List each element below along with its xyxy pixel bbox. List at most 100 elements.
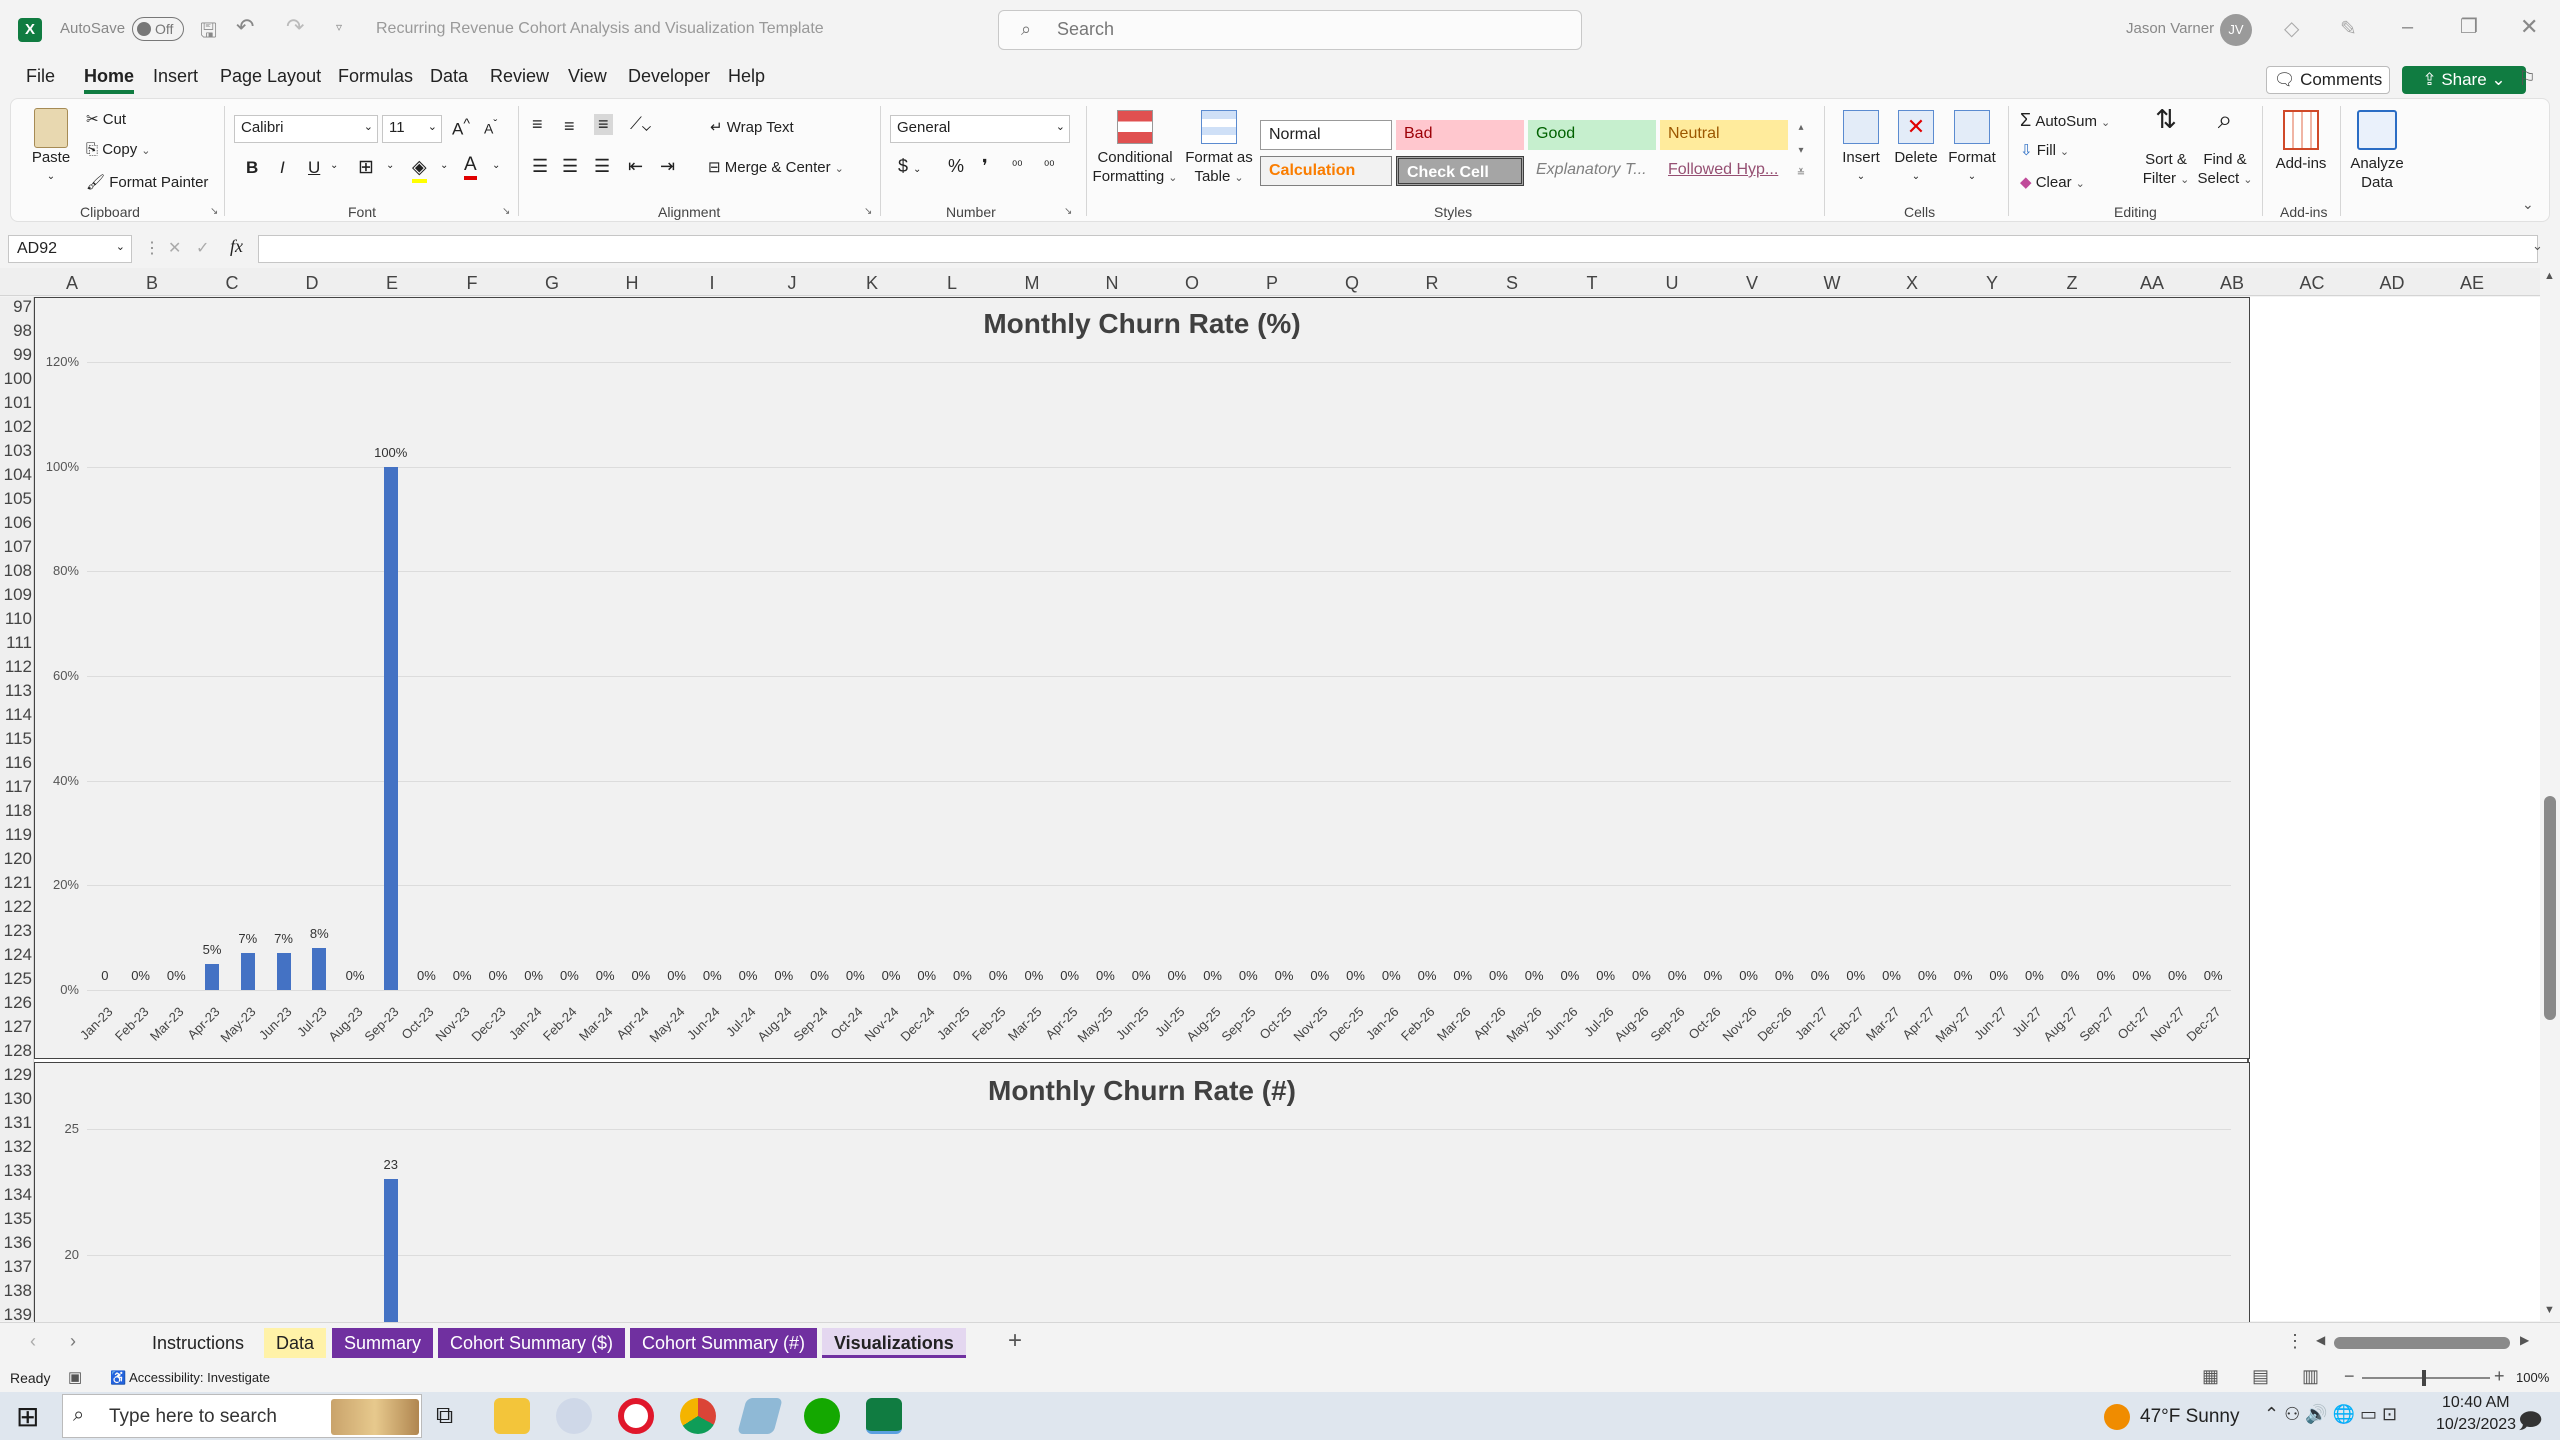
- search-box[interactable]: ⌕ Search: [998, 10, 1582, 50]
- horizontal-scroll-thumb[interactable]: [2334, 1337, 2510, 1349]
- row-header[interactable]: 104: [0, 465, 32, 485]
- more-icon[interactable]: ⋮: [144, 238, 160, 258]
- column-header[interactable]: Z: [2042, 273, 2102, 294]
- row-header[interactable]: 138: [0, 1281, 32, 1301]
- column-header[interactable]: AC: [2282, 273, 2342, 294]
- document-title[interactable]: Recurring Revenue Cohort Analysis and Vi…: [376, 20, 824, 38]
- column-header[interactable]: AE: [2442, 273, 2502, 294]
- row-header[interactable]: 108: [0, 561, 32, 581]
- clipboard-launcher-icon[interactable]: ↘: [210, 206, 218, 217]
- row-header[interactable]: 100: [0, 369, 32, 389]
- tab-visualizations[interactable]: Visualizations: [822, 1328, 966, 1358]
- clock-time[interactable]: 10:40 AM: [2442, 1394, 2510, 1412]
- style-normal[interactable]: Normal: [1260, 120, 1392, 150]
- page-break-view-icon[interactable]: ▥: [2302, 1366, 2319, 1387]
- column-header[interactable]: P: [1242, 273, 1302, 294]
- row-header[interactable]: 133: [0, 1161, 32, 1181]
- chrome-icon[interactable]: [680, 1398, 716, 1434]
- tab-options-icon[interactable]: ⋮: [2286, 1331, 2304, 1352]
- tab-instructions[interactable]: Instructions: [140, 1328, 257, 1358]
- zoom-level[interactable]: 100%: [2516, 1370, 2549, 1385]
- column-header[interactable]: T: [1562, 273, 1622, 294]
- style-good[interactable]: Good: [1528, 120, 1656, 150]
- tab-summary[interactable]: Summary: [332, 1328, 434, 1358]
- macro-icon[interactable]: ▣: [68, 1368, 82, 1386]
- row-header[interactable]: 117: [0, 777, 32, 797]
- zoom-slider[interactable]: [2362, 1370, 2490, 1386]
- opera-icon[interactable]: [618, 1398, 654, 1434]
- wrap-text-button[interactable]: ↵ Wrap Text: [710, 118, 794, 136]
- currency-icon[interactable]: $ ⌄: [898, 156, 921, 177]
- row-header[interactable]: 111: [0, 633, 32, 653]
- column-header[interactable]: J: [762, 273, 822, 294]
- comma-icon[interactable]: ❜: [982, 156, 988, 177]
- row-header[interactable]: 121: [0, 873, 32, 893]
- style-check-cell[interactable]: Check Cell: [1396, 156, 1524, 186]
- column-header[interactable]: H: [602, 273, 662, 294]
- sort-filter-button[interactable]: ⇅ Sort & Filter ⌄: [2138, 106, 2194, 190]
- italic-button[interactable]: I: [280, 158, 285, 178]
- row-header[interactable]: 107: [0, 537, 32, 557]
- align-center-icon[interactable]: ☰: [562, 156, 578, 177]
- prev-sheet-icon[interactable]: ‹: [30, 1331, 36, 1352]
- taskbar-search[interactable]: ⌕ Type here to search: [62, 1394, 422, 1438]
- column-header[interactable]: B: [122, 273, 182, 294]
- column-header[interactable]: AD: [2362, 273, 2422, 294]
- column-header[interactable]: O: [1162, 273, 1222, 294]
- row-header[interactable]: 125: [0, 969, 32, 989]
- styles-scroll-icon[interactable]: ▴ ▾ ≚: [1794, 116, 1808, 188]
- scroll-thumb[interactable]: [2544, 796, 2556, 1020]
- menu-home[interactable]: Home: [84, 66, 135, 94]
- formula-input[interactable]: [258, 235, 2538, 263]
- snipping-tool-icon[interactable]: [556, 1398, 592, 1434]
- notifications-icon[interactable]: 🗩: [2518, 1404, 2542, 1440]
- fill-button[interactable]: ⇩ Fill ⌄: [2020, 141, 2069, 159]
- row-header[interactable]: 118: [0, 801, 32, 821]
- row-header[interactable]: 114: [0, 705, 32, 725]
- row-header[interactable]: 103: [0, 441, 32, 461]
- tab-cohort-summary-dollar[interactable]: Cohort Summary ($): [438, 1328, 626, 1358]
- menu-view[interactable]: View: [568, 66, 607, 87]
- column-header[interactable]: Q: [1322, 273, 1382, 294]
- upwork-icon[interactable]: [804, 1398, 840, 1434]
- share-button[interactable]: ⇪ Share ⌄: [2402, 66, 2526, 94]
- decrease-font-icon[interactable]: Aˇ: [484, 118, 497, 137]
- increase-font-icon[interactable]: A^: [452, 116, 470, 140]
- menu-formulas[interactable]: Formulas: [338, 66, 413, 87]
- menu-file[interactable]: File: [26, 66, 55, 87]
- column-header[interactable]: E: [362, 273, 422, 294]
- row-header[interactable]: 115: [0, 729, 32, 749]
- cancel-entry-icon[interactable]: ✕: [168, 238, 181, 258]
- alignment-launcher-icon[interactable]: ↘: [864, 206, 872, 217]
- number-format-select[interactable]: General ⌄: [890, 115, 1070, 143]
- font-color-icon[interactable]: A: [464, 154, 477, 180]
- menu-data[interactable]: Data: [430, 66, 468, 87]
- row-header[interactable]: 122: [0, 897, 32, 917]
- diamond-icon[interactable]: ◇: [2284, 16, 2299, 41]
- increase-decimal-icon[interactable]: ⁰⁰: [1012, 158, 1022, 174]
- row-header[interactable]: 136: [0, 1233, 32, 1253]
- row-header[interactable]: 132: [0, 1137, 32, 1157]
- menu-help[interactable]: Help: [728, 66, 765, 87]
- cut-button[interactable]: ✂ Cut: [86, 110, 126, 128]
- column-header[interactable]: W: [1802, 273, 1862, 294]
- column-header[interactable]: L: [922, 273, 982, 294]
- customize-toolbar-icon[interactable]: ▿: [336, 20, 342, 34]
- align-right-icon[interactable]: ☰: [594, 156, 610, 177]
- column-header[interactable]: I: [682, 273, 742, 294]
- column-header[interactable]: V: [1722, 273, 1782, 294]
- collapse-ribbon-icon[interactable]: ⌄: [2522, 196, 2534, 213]
- row-header[interactable]: 130: [0, 1089, 32, 1109]
- pen-icon[interactable]: ✎: [2340, 16, 2357, 41]
- column-header[interactable]: F: [442, 273, 502, 294]
- next-sheet-icon[interactable]: ›: [70, 1331, 76, 1352]
- addins-button[interactable]: Add-ins: [2266, 110, 2336, 173]
- hscroll-right-icon[interactable]: ▶: [2520, 1333, 2529, 1347]
- row-header[interactable]: 123: [0, 921, 32, 941]
- copy-button[interactable]: ⎘ Copy ⌄: [86, 141, 150, 158]
- row-header[interactable]: 129: [0, 1065, 32, 1085]
- scroll-down-icon[interactable]: ▼: [2544, 1304, 2555, 1316]
- column-header[interactable]: AB: [2202, 273, 2262, 294]
- column-header[interactable]: X: [1882, 273, 1942, 294]
- menu-review[interactable]: Review: [490, 66, 549, 87]
